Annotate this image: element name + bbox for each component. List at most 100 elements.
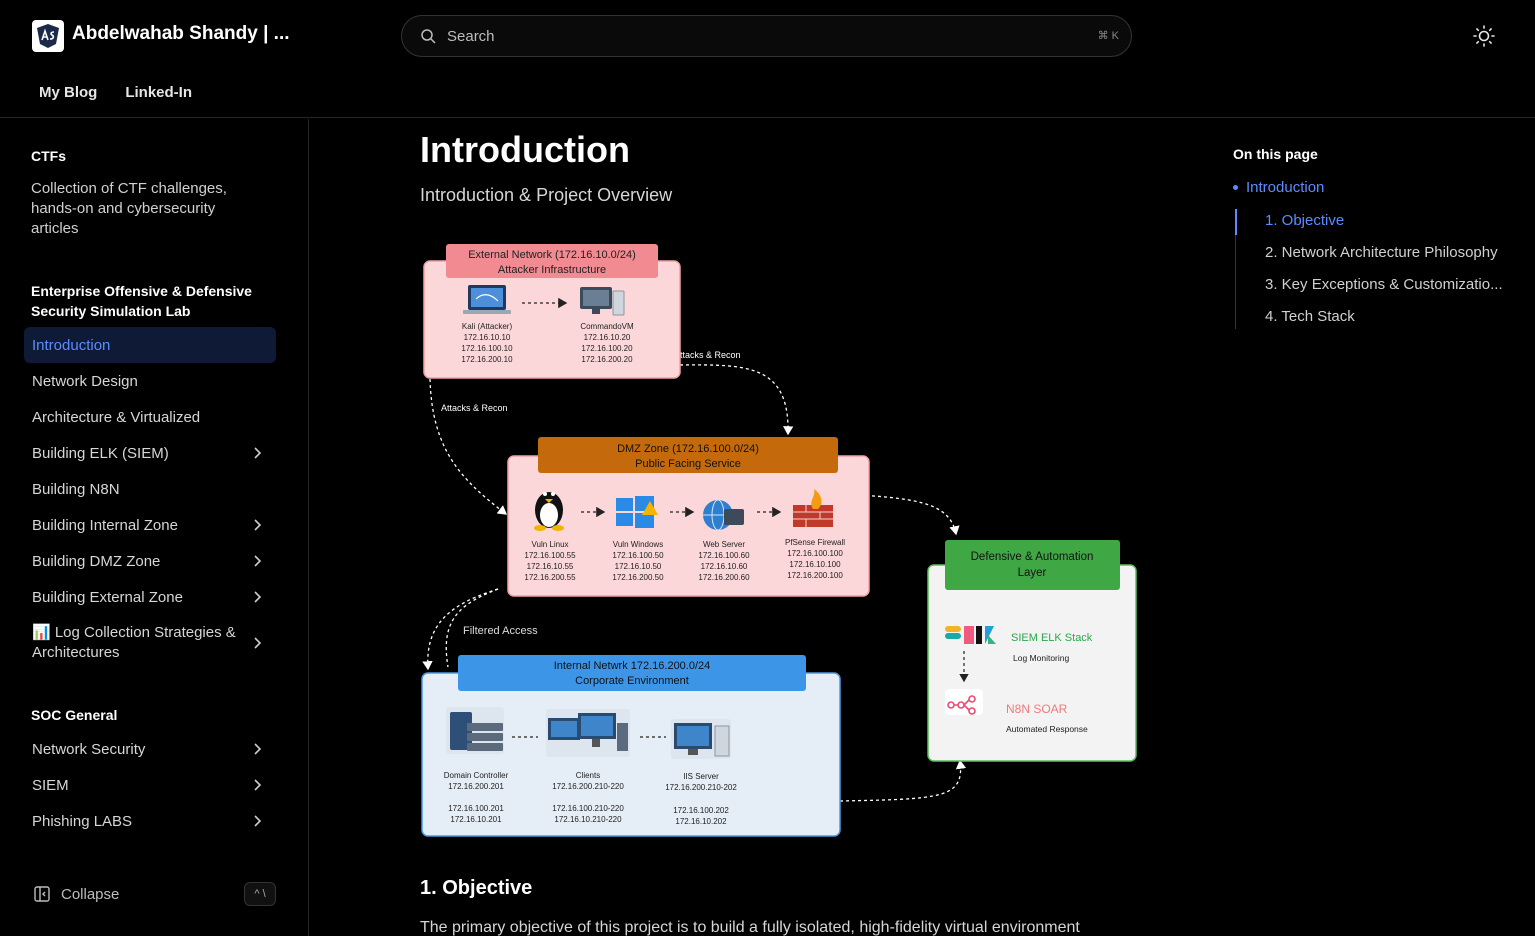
sun-icon[interactable] — [1472, 24, 1496, 48]
search-icon — [421, 29, 436, 44]
sidebar-item-architecture[interactable]: Architecture & Virtualized — [24, 399, 276, 435]
sidebar-item-label: Architecture & Virtualized — [32, 408, 201, 426]
sidebar-item-siem[interactable]: SIEM — [24, 767, 276, 803]
node-name: Vuln Linux — [531, 540, 568, 549]
sidebar-item-building-elk[interactable]: Building ELK (SIEM) — [24, 435, 276, 471]
toc-active-dot — [1233, 185, 1238, 190]
toc-item-tech-stack[interactable]: 4. Tech Stack — [1265, 308, 1355, 325]
search-shortcut: ⌘ K — [1097, 30, 1119, 42]
defensive-subtitle: Layer — [1018, 567, 1047, 579]
site-title[interactable]: Abdelwahab Shandy | ... — [72, 23, 290, 45]
ip-label: 172.16.200.210-202 — [665, 783, 737, 792]
external-title: External Network (172.16.10.0/24) — [468, 249, 636, 261]
chevron-right-icon[interactable] — [250, 814, 264, 828]
chevron-right-icon[interactable] — [250, 590, 264, 604]
sidebar-item-network-security[interactable]: Network Security — [24, 731, 276, 767]
ip-label: 172.16.200.55 — [524, 573, 576, 582]
ip-label: 172.16.10.50 — [615, 562, 662, 571]
page-title: Introduction — [420, 129, 630, 170]
soar-desc: Automated Response — [1006, 724, 1088, 734]
ip-label: 172.16.200.50 — [612, 573, 664, 582]
ip-label: 172.16.100.210-220 — [552, 804, 624, 813]
sidebar-section-ctfs[interactable]: CTFs — [31, 146, 66, 166]
ip-label: 172.16.100.202 — [673, 806, 729, 815]
internal-network-zone: Internal Netwrk 172.16.200.0/24 Corporat… — [421, 655, 841, 837]
sidebar: CTFs Collection of CTF challenges, hands… — [0, 119, 309, 936]
chevron-right-icon[interactable] — [250, 778, 264, 792]
ip-label: 172.16.10.20 — [584, 333, 631, 342]
toc-item-key-exceptions[interactable]: 3. Key Exceptions & Customizatio... — [1265, 276, 1503, 293]
sidebar-item-label: SIEM — [32, 776, 69, 794]
ip-label: 172.16.100.10 — [461, 344, 513, 353]
search-bar[interactable]: Search ⌘ K — [401, 15, 1132, 57]
page-subtitle: Introduction & Project Overview — [420, 185, 673, 205]
toc-title: On this page — [1233, 146, 1318, 162]
ip-label: 172.16.100.50 — [612, 551, 664, 560]
sidebar-item-building-external-zone[interactable]: Building External Zone — [24, 579, 276, 615]
internal-title: Internal Netwrk 172.16.200.0/24 — [554, 660, 711, 672]
external-network-zone: External Network (172.16.10.0/24) Attack… — [423, 244, 681, 379]
collapse-button[interactable]: Collapse — [33, 885, 119, 903]
node-name: Vuln Windows — [613, 540, 663, 549]
siem-desc: Log Monitoring — [1013, 653, 1070, 663]
kali-name: Kali (Attacker) — [462, 322, 513, 331]
ip-label: 172.16.10.210-220 — [554, 815, 622, 824]
collapse-shortcut: ^ \ — [244, 882, 276, 906]
top-header: Abdelwahab Shandy | ... Search ⌘ K My Bl… — [0, 0, 1535, 118]
sidebar-item-log-collection[interactable]: 📊 Log Collection Strategies & Architectu… — [24, 621, 276, 665]
nav-my-blog[interactable]: My Blog — [39, 84, 97, 101]
nav-linked-in[interactable]: Linked-In — [125, 84, 192, 101]
toc-item-network-architecture[interactable]: 2. Network Architecture Philosophy — [1265, 244, 1498, 261]
search-placeholder: Search — [447, 28, 495, 45]
filtered-access-label: Filtered Access — [463, 625, 538, 637]
iis-server-icon — [671, 719, 731, 759]
node-name: PfSense Firewall — [785, 538, 845, 547]
ip-label: 172.16.200.100 — [787, 571, 843, 580]
toc-item-introduction[interactable]: Introduction — [1233, 179, 1324, 196]
dc-name: Domain Controller — [444, 771, 509, 780]
soar-name: N8N SOAR — [1006, 702, 1068, 716]
defensive-title: Defensive & Automation — [971, 551, 1094, 563]
ip-label: 172.16.100.20 — [581, 344, 633, 353]
sidebar-item-label: Network Design — [32, 372, 138, 390]
sidebar-item-label: Building ELK (SIEM) — [32, 444, 169, 462]
site-logo[interactable] — [32, 20, 64, 52]
sidebar-item-building-n8n[interactable]: Building N8N — [24, 471, 276, 507]
clients-name: Clients — [576, 771, 600, 780]
ip-label: 172.16.200.10 — [461, 355, 513, 364]
toc-item-label: Introduction — [1246, 179, 1325, 196]
laptop-icon — [463, 285, 511, 314]
chevron-right-icon[interactable] — [250, 636, 264, 650]
ip-label: 172.16.100.201 — [448, 804, 504, 813]
clients-icon — [546, 709, 630, 757]
sidebar-item-label: Building External Zone — [32, 588, 183, 606]
toc-item-objective[interactable]: 1. Objective — [1265, 212, 1344, 229]
internal-subtitle: Corporate Environment — [575, 675, 689, 687]
section-objective-heading: 1. Objective — [420, 877, 533, 899]
sidebar-ctfs-description: Collection of CTF challenges, hands-on a… — [31, 180, 227, 237]
ip-label: 172.16.10.202 — [675, 817, 727, 826]
sidebar-item-building-dmz-zone[interactable]: Building DMZ Zone — [24, 543, 276, 579]
chevron-right-icon[interactable] — [250, 446, 264, 460]
sidebar-section-soc[interactable]: SOC General — [31, 705, 117, 725]
collapse-label: Collapse — [61, 885, 120, 903]
chevron-right-icon[interactable] — [250, 742, 264, 756]
domain-controller-icon — [446, 707, 504, 754]
sidebar-section-lab[interactable]: Enterprise Offensive & Defensive Securit… — [31, 281, 271, 321]
section-objective-text: The primary objective of this project is… — [420, 919, 1080, 936]
sidebar-item-label: Building Internal Zone — [32, 516, 178, 534]
ip-label: 172.16.200.210-220 — [552, 782, 624, 791]
chevron-right-icon[interactable] — [250, 518, 264, 532]
node-name: Web Server — [703, 540, 745, 549]
iis-name: IIS Server — [683, 772, 719, 781]
external-subtitle: Attacker Infrastructure — [498, 264, 606, 276]
sidebar-item-introduction[interactable]: Introduction — [24, 327, 276, 363]
sidebar-item-phishing-labs[interactable]: Phishing LABS — [24, 803, 276, 839]
ip-label: 172.16.200.201 — [448, 782, 504, 791]
attacks-recon-label-2: Attacks & Recon — [441, 403, 508, 413]
sidebar-item-building-internal-zone[interactable]: Building Internal Zone — [24, 507, 276, 543]
sidebar-item-label: Building DMZ Zone — [32, 552, 161, 570]
commando-name: CommandoVM — [580, 322, 634, 331]
chevron-right-icon[interactable] — [250, 554, 264, 568]
sidebar-item-network-design[interactable]: Network Design — [24, 363, 276, 399]
